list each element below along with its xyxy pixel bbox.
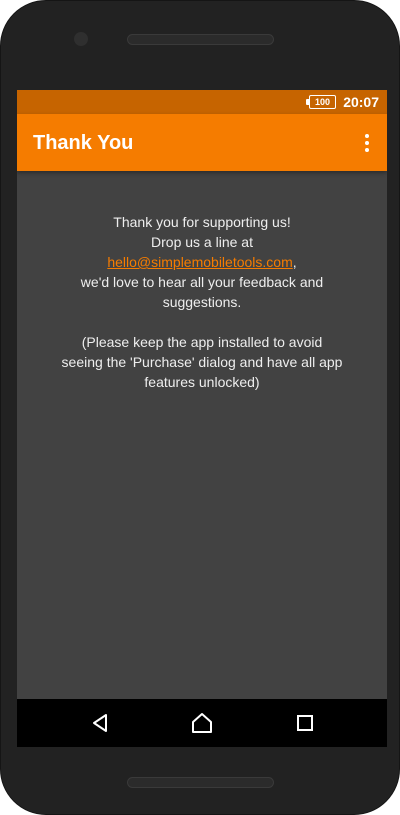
overflow-dot: [365, 134, 369, 138]
email-link[interactable]: hello@simplemobiletools.com: [107, 254, 292, 270]
navigation-bar: [17, 699, 387, 747]
app-bar: Thank You: [17, 114, 387, 171]
back-triangle-icon[interactable]: [89, 711, 113, 735]
email-line: hello@simplemobiletools.com,: [47, 252, 357, 272]
more-vert-icon[interactable]: [355, 128, 379, 158]
battery-level: 100: [314, 97, 331, 107]
battery-icon: 100: [306, 95, 336, 109]
overflow-dot: [365, 148, 369, 152]
page-title: Thank You: [33, 132, 134, 154]
message-line: Thank you for supporting us!: [113, 214, 291, 230]
recent-apps-square-icon[interactable]: [293, 711, 317, 735]
bottom-speaker: [127, 777, 274, 788]
note-line: features unlocked): [144, 374, 260, 390]
note-line: (Please keep the app installed to avoid: [81, 334, 323, 350]
thank-you-message: Thank you for supporting us! Drop us a l…: [17, 212, 387, 392]
screen: 100 20:07 Thank You Thank you for suppor…: [17, 90, 387, 747]
home-pentagon-icon[interactable]: [190, 711, 214, 735]
overflow-dot: [365, 141, 369, 145]
email-suffix: ,: [292, 254, 297, 270]
message-line: suggestions.: [162, 294, 242, 310]
message-line: Drop us a line at: [151, 234, 253, 250]
status-time: 20:07: [343, 94, 379, 110]
message-line: we'd love to hear all your feedback and: [80, 274, 324, 290]
phone-frame: 100 20:07 Thank You Thank you for suppor…: [0, 0, 400, 815]
earpiece-speaker: [127, 34, 274, 45]
front-camera: [74, 32, 88, 46]
status-bar: 100 20:07: [17, 90, 387, 114]
note-line: seeing the 'Purchase' dialog and have al…: [61, 354, 343, 370]
